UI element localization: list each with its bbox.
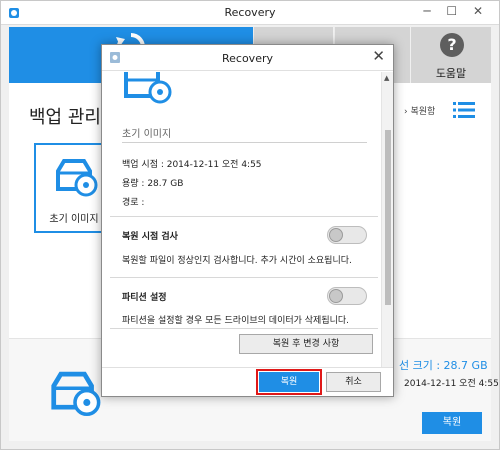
divider xyxy=(110,328,378,329)
dialog-footer: 복원 취소 xyxy=(102,367,393,396)
toggle-knob xyxy=(329,228,343,242)
dialog-scrollbar[interactable]: ▲ xyxy=(381,72,393,367)
partition-toggle[interactable] xyxy=(327,287,367,305)
car-restore-icon xyxy=(51,371,101,417)
image-label: 초기 이미지 xyxy=(122,129,172,140)
main-titlebar: Recovery ─ ☐ ✕ xyxy=(1,1,499,25)
dialog-cancel-button[interactable]: 취소 xyxy=(326,372,381,392)
verify-toggle[interactable] xyxy=(327,226,367,244)
car-restore-icon xyxy=(56,159,98,197)
dialog-scroll-area[interactable]: 초기 이미지 백업 시점 : 2014-12-11 오전 4:55 용량 : 2… xyxy=(102,72,393,367)
divider xyxy=(110,216,378,217)
divider xyxy=(122,142,367,143)
backup-date-text: 2014-12-11 오전 4:55 xyxy=(404,379,499,389)
toolbar-tab-help[interactable]: ? 도움말 xyxy=(411,27,491,83)
capacity-text: 용량 : 28.7 GB xyxy=(122,179,184,189)
changes-after-restore-button[interactable]: 복원 후 변경 사항 xyxy=(239,334,373,354)
partition-section-title: 파티션 설정 xyxy=(122,293,167,303)
restore-button[interactable]: 복원 xyxy=(422,412,482,434)
help-label: 도움말 xyxy=(435,67,467,80)
window-controls[interactable]: ─ ☐ ✕ xyxy=(423,4,489,18)
backup-size-text: 선 크기 : 28.7 GB xyxy=(399,359,488,372)
dialog-titlebar: Recovery ✕ xyxy=(102,45,393,71)
toggle-knob xyxy=(329,289,343,303)
divider xyxy=(110,277,378,278)
backup-time-text: 백업 시점 : 2014-12-11 오전 4:55 xyxy=(122,160,262,170)
list-view-icon[interactable] xyxy=(453,101,475,119)
car-restore-icon xyxy=(124,72,172,104)
scroll-up-icon[interactable]: ▲ xyxy=(384,74,389,82)
page-title: 백업 관리 xyxy=(29,107,101,128)
path-text: 경로 : xyxy=(122,198,145,208)
scroll-thumb[interactable] xyxy=(385,130,391,305)
close-icon[interactable]: ✕ xyxy=(372,47,385,65)
help-icon: ? xyxy=(440,33,464,57)
verify-section-description: 복원할 파일이 정상인지 검사합니다. 추가 시간이 소요됩니다. xyxy=(122,256,352,266)
verify-section-title: 복원 시점 검사 xyxy=(122,232,178,242)
partition-section-description: 파티션을 설정할 경우 모든 드라이브의 데이터가 삭제됩니다. xyxy=(122,316,350,326)
dialog-title: Recovery xyxy=(221,52,273,65)
dialog-content: 초기 이미지 백업 시점 : 2014-12-11 오전 4:55 용량 : 2… xyxy=(102,72,380,367)
dialog-restore-button[interactable]: 복원 xyxy=(256,369,322,395)
restore-status-text: › 복원함 xyxy=(404,107,436,117)
recovery-dialog: Recovery ✕ 초기 이미지 백업 시점 : 2014-12-11 오전 … xyxy=(101,44,394,397)
